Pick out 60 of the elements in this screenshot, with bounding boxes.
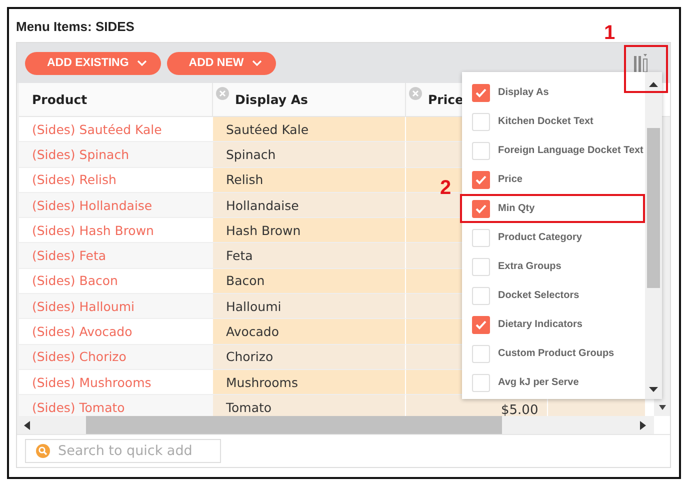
menu-item[interactable]: Display As xyxy=(462,78,645,107)
menu-item[interactable]: Foreign Language Docket Text xyxy=(462,136,645,165)
checkbox[interactable] xyxy=(472,200,490,218)
menu-item[interactable]: Extra Groups xyxy=(462,252,645,281)
scroll-left-icon[interactable] xyxy=(24,420,30,430)
product-cell[interactable]: (Sides) Chorizo xyxy=(19,344,213,370)
chevron-icon xyxy=(136,60,147,66)
table-cell: Avocado xyxy=(213,319,406,345)
product-cell[interactable]: (Sides) Hollandaise xyxy=(19,192,213,218)
checkbox[interactable] xyxy=(472,316,490,334)
checkbox[interactable] xyxy=(472,84,490,102)
dropdown-button[interactable]: ADD EXISTING xyxy=(25,52,161,74)
column-header[interactable]: Product xyxy=(19,83,213,116)
product-cell[interactable]: (Sides) Spinach xyxy=(19,142,213,168)
product-cell[interactable]: (Sides) Tomato xyxy=(19,395,213,416)
table-cell: Spinach xyxy=(213,142,406,168)
product-cell[interactable]: (Sides) Relish xyxy=(19,168,213,193)
check-icon xyxy=(475,320,487,330)
search-icon xyxy=(36,444,50,458)
table-cell: Feta xyxy=(213,243,406,269)
checkbox[interactable] xyxy=(472,170,490,188)
table-cell: Relish xyxy=(213,168,406,193)
menu-item[interactable]: Avg kJ per Serve xyxy=(462,368,645,397)
table-cell: Mushrooms xyxy=(213,370,406,396)
horizontal-scrollbar[interactable] xyxy=(19,416,654,434)
highlight-frame xyxy=(624,45,668,93)
panel-title: Menu Items: SIDES xyxy=(15,18,134,34)
scrollbar-thumb[interactable] xyxy=(86,416,502,434)
scroll-down-icon[interactable] xyxy=(649,387,658,392)
scroll-down-icon[interactable] xyxy=(659,405,666,410)
table-cell: Hash Brown xyxy=(213,218,406,244)
table-cell: Tomato xyxy=(213,395,406,416)
table-cell: Chorizo xyxy=(213,344,406,370)
callout-number: 1 xyxy=(604,22,616,45)
menu-item[interactable]: Custom Product Groups xyxy=(462,339,645,368)
remove-column-icon[interactable] xyxy=(409,87,422,100)
menu-item[interactable]: Kitchen Docket Text xyxy=(462,107,645,136)
table-cell: Bacon xyxy=(213,268,406,294)
table-cell: Sautéed Kale xyxy=(213,117,406,142)
menu-item[interactable]: Min Qty xyxy=(460,194,645,223)
menu-item[interactable]: Dietary Indicators xyxy=(462,310,645,339)
product-cell[interactable]: (Sides) Feta xyxy=(19,243,213,269)
menu-item[interactable]: Product Category xyxy=(462,223,645,252)
check-icon xyxy=(475,174,487,184)
scroll-right-icon[interactable] xyxy=(640,420,646,430)
check-icon xyxy=(475,204,487,214)
table-cell: Hollandaise xyxy=(213,192,406,218)
check-icon xyxy=(475,88,487,98)
columns-icon[interactable] xyxy=(633,52,649,74)
menu-item[interactable]: Price xyxy=(462,165,645,194)
dropdown-button[interactable]: ADD NEW xyxy=(166,52,276,74)
search-field[interactable]: Search to quick add xyxy=(25,439,221,463)
remove-column-icon[interactable] xyxy=(216,87,229,100)
menu-item[interactable]: Docket Selectors xyxy=(462,281,645,310)
menu-scrollbar[interactable] xyxy=(645,72,662,399)
chevron-icon xyxy=(252,60,262,66)
callout-number: 2 xyxy=(440,177,452,200)
product-cell[interactable]: (Sides) Halloumi xyxy=(19,294,213,320)
column-header[interactable]: Display As xyxy=(213,83,406,116)
table-cell: Halloumi xyxy=(213,294,406,320)
